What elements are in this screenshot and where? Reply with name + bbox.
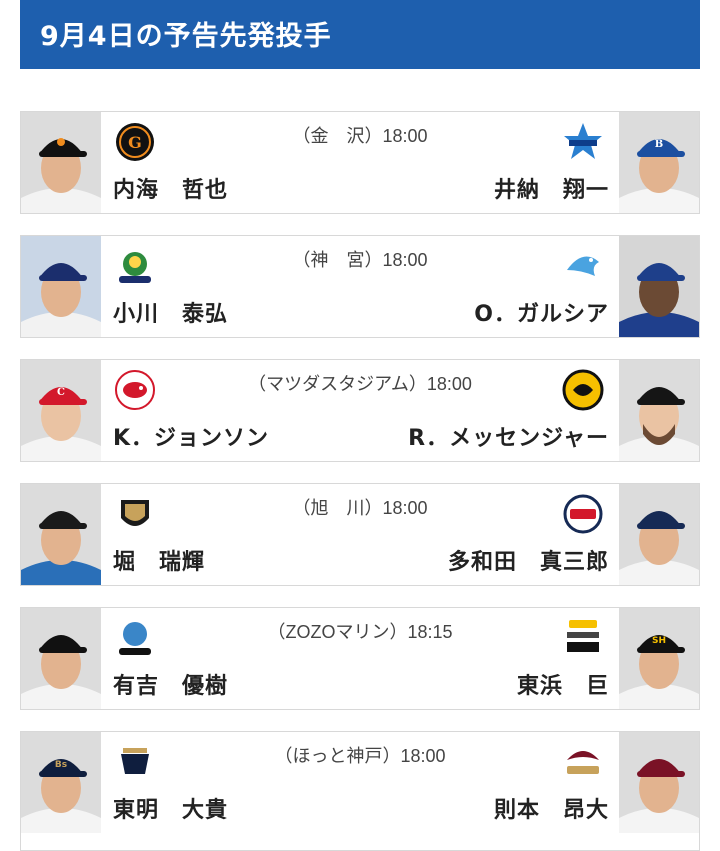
page-header: 9月4日の予告先発投手 (20, 0, 700, 69)
lions-logo-icon (563, 494, 603, 534)
pitcher-photo-away (619, 484, 699, 585)
dragons-logo-icon (567, 256, 599, 276)
home-pitcher-name[interactable]: 小川 泰弘 (113, 296, 228, 328)
home-pitcher-name[interactable]: K．ジョンソン (113, 420, 269, 452)
pitcher-photo-home (21, 608, 101, 709)
home-pitcher-name[interactable]: 有吉 優樹 (113, 668, 228, 700)
game-card[interactable]: （ZOZOマリン）18:15 有吉 優樹 東浜 巨 SH (20, 607, 700, 710)
away-pitcher-name[interactable]: 則本 昂大 (494, 792, 609, 824)
home-pitcher-name[interactable]: 内海 哲也 (113, 172, 228, 204)
pitcher-photo-away (619, 732, 699, 833)
away-pitcher-name[interactable]: R．メッセンジャー (408, 420, 609, 452)
pitcher-photo-away: SH (619, 608, 699, 709)
pitcher-photo-home (21, 112, 101, 213)
venue-time: （マツダスタジアム）18:00 (248, 374, 472, 394)
svg-text:Bs: Bs (55, 760, 67, 770)
away-pitcher-name[interactable]: 井納 翔一 (494, 172, 609, 204)
venue-time: （旭 川）18:00 (292, 498, 428, 518)
game-card[interactable]: G （金 沢）18:00 内海 哲也 井納 翔一 B (20, 111, 700, 214)
pitcher-photo-home: Bs (21, 732, 101, 833)
venue-time: （神 宮）18:00 (292, 250, 428, 270)
pitcher-photo-home (21, 236, 101, 337)
game-card[interactable]: C （マツダスタジアム）18:00 K．ジョンソン R．メッセンジャー (20, 359, 700, 462)
pitcher-photo-away (619, 236, 699, 337)
away-pitcher-name[interactable]: 東浜 巨 (517, 668, 609, 700)
game-card[interactable]: （神 宮）18:00 小川 泰弘 O．ガルシア (20, 235, 700, 338)
eagles-logo-icon (567, 751, 599, 774)
home-pitcher-name[interactable]: 東明 大貴 (113, 792, 228, 824)
svg-text:SH: SH (652, 636, 666, 646)
pitcher-photo-home (21, 484, 101, 585)
tigers-logo-icon (562, 369, 604, 411)
pitcher-photo-away: B (619, 112, 699, 213)
pitcher-photo-home: C (21, 360, 101, 461)
away-pitcher-name[interactable]: 多和田 真三郎 (448, 544, 609, 576)
game-card[interactable]: （旭 川）18:00 堀 瑞輝 多和田 真三郎 (20, 483, 700, 586)
pitcher-photo-away (619, 360, 699, 461)
venue-time: （金 沢）18:00 (292, 126, 428, 146)
game-card[interactable]: Bs （ほっと神戸）18:00 東明 大貴 則本 昂大 (20, 731, 700, 851)
baystars-logo-icon (564, 123, 602, 159)
venue-time: （ほっと神戸）18:00 (274, 746, 446, 766)
svg-text:C: C (57, 387, 65, 398)
hawks-logo-icon (567, 620, 599, 652)
page-title: 9月4日の予告先発投手 (40, 21, 332, 52)
svg-text:B: B (655, 139, 663, 150)
home-pitcher-name[interactable]: 堀 瑞輝 (113, 544, 205, 576)
venue-time: （ZOZOマリン）18:15 (267, 622, 453, 642)
away-pitcher-name[interactable]: O．ガルシア (474, 296, 609, 328)
